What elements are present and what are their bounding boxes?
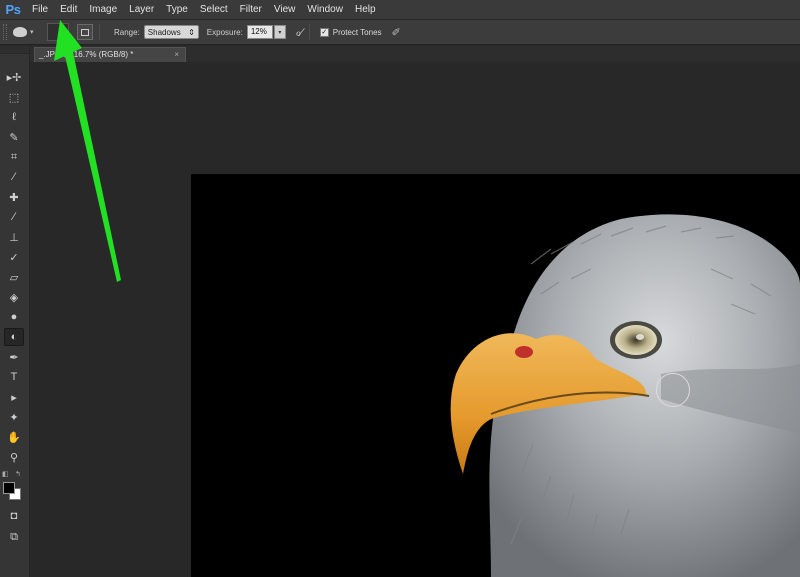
menu-window[interactable]: Window [301,0,349,20]
crop-tool-icon[interactable]: ⌗ [4,148,24,166]
menu-filter[interactable]: Filter [234,0,268,20]
exposure-slider-toggle[interactable]: ▾ [273,25,286,39]
menu-image[interactable]: Image [83,0,123,20]
screen-mode-icon[interactable]: ⧉ [4,528,24,546]
exposure-label: Exposure: [206,27,243,37]
brush-panel-icon [81,28,89,36]
document-tab[interactable]: _.JPG @ 16.7% (RGB/8) * × [34,47,186,62]
document-tab-bar: _.JPG @ 16.7% (RGB/8) * × [30,46,800,62]
menu-help[interactable]: Help [349,0,382,20]
brush-preset-picker[interactable]: ▾ [47,23,69,41]
toolbox-header[interactable] [0,46,29,54]
tool-preset-picker[interactable]: ▾ [13,23,47,41]
menu-file[interactable]: File [26,0,54,20]
quick-selection-tool-icon[interactable]: ✎ [4,128,24,146]
lasso-tool-icon[interactable]: ℓ [4,108,24,126]
document-tab-title: _.JPG @ 16.7% (RGB/8) * [39,50,134,59]
menu-edit[interactable]: Edit [54,0,83,20]
menu-type[interactable]: Type [160,0,194,20]
menu-bar: Ps File Edit Image Layer Type Select Fil… [0,0,800,20]
zoom-tool-icon[interactable]: ⚲ [4,448,24,466]
exposure-input[interactable]: 12% [246,25,273,39]
chevron-down-icon: ▾ [30,29,34,36]
spot-healing-tool-icon[interactable]: ✚ [4,188,24,206]
range-dropdown[interactable]: Shadows ⇕ [143,25,199,39]
menu-select[interactable]: Select [194,0,234,20]
foreground-color-swatch[interactable] [3,482,15,494]
path-selection-tool-icon[interactable]: ▸ [4,388,24,406]
range-value: Shadows [147,27,181,37]
brush-panel-toggle-button[interactable] [77,24,93,40]
dodge-tool-icon[interactable]: ◐ [4,328,24,346]
close-icon[interactable]: × [174,48,179,62]
divider [99,24,100,40]
updown-icon: ⇕ [188,27,195,37]
photoshop-logo: Ps [5,2,21,17]
quick-mask-icon[interactable]: ◘ [4,507,24,525]
divider [308,24,310,40]
airbrush-icon[interactable]: ℴ∕ [296,26,303,39]
range-label: Range: [114,27,140,37]
toolbox: ▸✢ ⬚ ℓ ✎ ⌗ ⁄ ✚ ∕ ⊥ ✓ ▱ ◈ ● ◐ ✒ T ▸ ✦ ✋ ⚲… [0,46,30,577]
type-tool-icon[interactable]: T [4,368,24,386]
pen-tool-icon[interactable]: ✒ [4,348,24,366]
eraser-tool-icon[interactable]: ▱ [4,268,24,286]
dodge-icon [13,27,27,37]
hand-tool-icon[interactable]: ✋ [4,428,24,446]
move-tool-icon[interactable]: ▸✢ [4,68,24,86]
marquee-tool-icon[interactable]: ⬚ [4,88,24,106]
history-brush-tool-icon[interactable]: ✓ [4,248,24,266]
eyedropper-tool-icon[interactable]: ⁄ [4,168,24,186]
options-grip[interactable] [3,24,7,40]
menu-view[interactable]: View [268,0,302,20]
clone-stamp-tool-icon[interactable]: ⊥ [4,228,24,246]
protect-tones-checkbox[interactable]: ✓ [319,27,329,37]
swap-colors-icon[interactable]: ↰ [15,470,21,478]
blur-tool-icon[interactable]: ● [4,308,24,326]
brush-cursor-outline [656,373,690,407]
protect-tones-label: Protect Tones [332,27,382,37]
document-canvas[interactable] [191,174,800,577]
pressure-size-icon[interactable]: ✐ [392,26,401,39]
options-bar: ▾ ▾ Range: Shadows ⇕ Exposure: 12% ▾ ℴ∕ … [0,20,800,45]
eagle-image [450,214,800,577]
paint-bucket-tool-icon[interactable]: ◈ [4,288,24,306]
brush-tool-icon[interactable]: ∕ [4,208,24,226]
default-colors-icon[interactable]: ◧ [2,470,9,478]
chevron-down-icon: ▾ [62,29,66,36]
shape-tool-icon[interactable]: ✦ [4,408,24,426]
menu-layer[interactable]: Layer [123,0,160,20]
